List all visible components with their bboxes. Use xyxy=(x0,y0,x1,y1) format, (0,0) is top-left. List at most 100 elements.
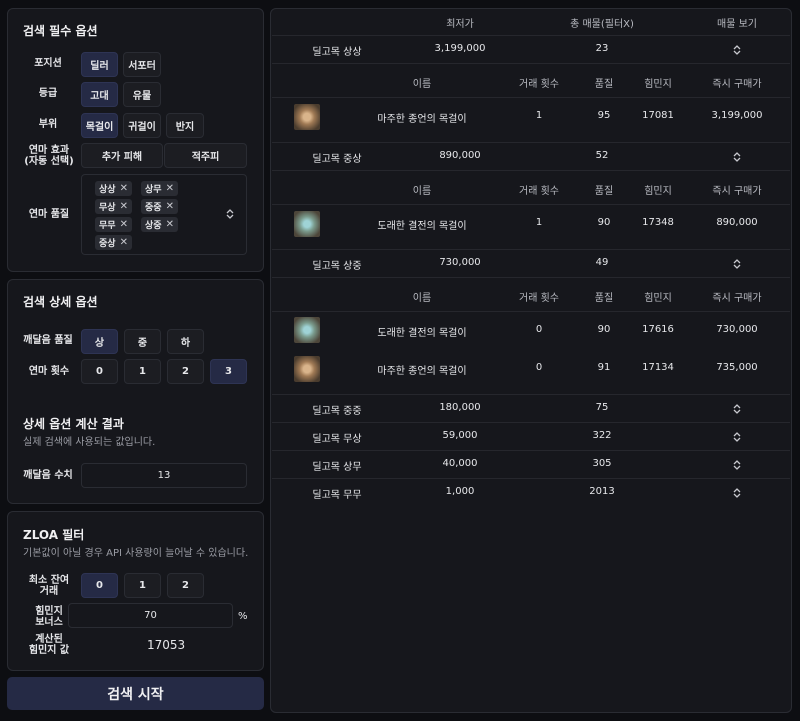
min-trade-0-button[interactable]: 0 xyxy=(81,573,118,598)
quality-chip[interactable]: 상무 ✕ xyxy=(141,181,178,196)
remove-icon[interactable]: ✕ xyxy=(120,183,128,194)
part-label: 부위 xyxy=(38,119,58,130)
position-dealer-button[interactable]: 딜러 xyxy=(81,52,118,77)
group-row[interactable]: 딜고목 무상 59,000 322 xyxy=(272,423,790,451)
group-row[interactable]: 딜고목 중상 890,000 52 xyxy=(272,143,790,171)
item-name: 마주한 종언의 목걸이 xyxy=(377,366,467,377)
part-necklace-button[interactable]: 목걸이 xyxy=(81,113,118,138)
enlight-quality-mid-button[interactable]: 중 xyxy=(124,329,161,354)
polish-count-1-button[interactable]: 1 xyxy=(124,359,161,384)
col-trades: 거래 횟수 xyxy=(519,186,559,197)
quality-chip[interactable]: 무무 ✕ xyxy=(95,217,132,232)
quality-chip-label: 중중 xyxy=(145,203,162,213)
col-buy-price: 즉시 구매가 xyxy=(712,186,762,197)
chevron-up-down-icon[interactable] xyxy=(732,460,742,470)
group-price: 3,199,000 xyxy=(434,43,486,54)
group-name: 딜고목 상중 xyxy=(312,261,362,272)
remove-icon[interactable]: ✕ xyxy=(166,201,174,212)
item-trades: 0 xyxy=(535,362,543,373)
item-quality: 90 xyxy=(597,324,611,335)
part-earring-button[interactable]: 귀걸이 xyxy=(123,113,161,138)
chevron-up-down-icon[interactable] xyxy=(732,152,742,162)
chevron-up-down-icon[interactable] xyxy=(732,404,742,414)
col-buy-price: 즉시 구매가 xyxy=(712,79,762,90)
col-quality: 품질 xyxy=(594,186,614,197)
group-count: 2013 xyxy=(589,486,615,497)
polish-count-2-button[interactable]: 2 xyxy=(167,359,204,384)
chevron-up-down-icon[interactable] xyxy=(732,432,742,442)
group-price: 40,000 xyxy=(442,458,478,469)
quality-chip[interactable]: 무상 ✕ xyxy=(95,199,132,214)
col-total-listings: 총 매물(필터X) xyxy=(570,19,634,30)
col-name: 이름 xyxy=(412,186,432,197)
col-view-listings: 매물 보기 xyxy=(717,19,757,30)
item-name: 도래한 결전의 목걸이 xyxy=(377,221,467,232)
quality-chip-label: 상중 xyxy=(145,221,162,231)
quality-chip[interactable]: 상중 ✕ xyxy=(141,217,178,232)
grade-relic-button[interactable]: 유물 xyxy=(123,82,161,107)
chevron-up-down-icon[interactable] xyxy=(732,259,742,269)
group-row[interactable]: 딜고목 상상 3,199,000 23 xyxy=(272,36,790,64)
result-subtitle: 실제 검색에 사용되는 값입니다. xyxy=(23,437,156,448)
grade-ancient-button[interactable]: 고대 xyxy=(81,82,118,107)
group-row[interactable]: 딜고목 중중 180,000 75 xyxy=(272,395,790,423)
zloa-filter-title: ZLOA 필터 xyxy=(23,528,85,542)
enlight-quality-high-button[interactable]: 상 xyxy=(81,329,118,354)
item-trades: 1 xyxy=(535,217,543,228)
item-name: 도래한 결전의 목걸이 xyxy=(377,328,467,339)
part-ring-button[interactable]: 반지 xyxy=(166,113,204,138)
item-row[interactable]: 도래한 결전의 목걸이 0 90 17616 730,000 xyxy=(272,312,790,350)
required-options-title: 검색 필수 옵션 xyxy=(23,24,98,38)
quality-chip[interactable]: 중중 ✕ xyxy=(141,199,178,214)
position-label: 포지션 xyxy=(34,58,62,69)
group-count: 49 xyxy=(595,257,609,268)
col-name: 이름 xyxy=(412,79,432,90)
group-count: 322 xyxy=(592,430,612,441)
group-count: 305 xyxy=(592,458,612,469)
enlight-quality-label: 깨달음 품질 xyxy=(23,335,73,346)
min-trade-2-button[interactable]: 2 xyxy=(167,573,204,598)
remove-icon[interactable]: ✕ xyxy=(166,219,174,230)
group-count: 23 xyxy=(595,43,609,54)
remove-icon[interactable]: ✕ xyxy=(120,219,128,230)
detail-options-title: 검색 상세 옵션 xyxy=(23,295,98,309)
item-stat: 17616 xyxy=(642,324,674,335)
chevron-up-down-icon[interactable] xyxy=(732,45,742,55)
group-row[interactable]: 딜고목 상무 40,000 305 xyxy=(272,451,790,479)
quality-chip[interactable]: 상상 ✕ xyxy=(95,181,132,196)
effect-additional-damage-button[interactable]: 추가 피해 xyxy=(81,143,163,168)
col-stat: 힘민지 xyxy=(644,79,672,90)
chevron-up-down-icon[interactable] xyxy=(225,209,235,219)
position-support-button[interactable]: 서포터 xyxy=(123,52,161,77)
result-title: 상세 옵션 계산 결과 xyxy=(23,417,124,431)
remove-icon[interactable]: ✕ xyxy=(166,183,174,194)
polish-count-0-button[interactable]: 0 xyxy=(81,359,118,384)
effect-crit-damage-button[interactable]: 적주피 xyxy=(164,143,247,168)
group-row[interactable]: 딜고목 무무 1,000 2013 xyxy=(272,479,790,507)
item-row[interactable]: 마주한 종언의 목걸이 0 91 17134 735,000 xyxy=(272,350,790,395)
necklace-item-icon xyxy=(294,211,320,237)
quality-chip-label: 상상 xyxy=(99,185,116,195)
min-trade-1-button[interactable]: 1 xyxy=(124,573,161,598)
item-buy-price: 735,000 xyxy=(716,362,758,373)
polish-count-3-button[interactable]: 3 xyxy=(210,359,247,384)
quality-chip[interactable]: 중상 ✕ xyxy=(95,235,132,250)
item-stat: 17348 xyxy=(642,217,674,228)
percent-symbol: % xyxy=(238,611,248,622)
zloa-filter-subtitle: 기본값이 아닐 경우 API 사용량이 늘어날 수 있습니다. xyxy=(23,548,249,559)
group-row[interactable]: 딜고목 상중 730,000 49 xyxy=(272,250,790,278)
item-quality: 91 xyxy=(597,362,611,373)
remove-icon[interactable]: ✕ xyxy=(120,201,128,212)
chevron-up-down-icon[interactable] xyxy=(732,488,742,498)
search-start-button[interactable]: 검색 시작 xyxy=(7,677,264,710)
item-trades: 0 xyxy=(535,324,543,335)
remove-icon[interactable]: ✕ xyxy=(120,237,128,248)
col-quality: 품질 xyxy=(594,293,614,304)
group-price: 1,000 xyxy=(445,486,475,497)
agility-bonus-input[interactable]: 70 xyxy=(68,603,233,628)
item-buy-price: 3,199,000 xyxy=(711,110,763,121)
necklace-item-icon xyxy=(294,317,320,343)
item-row[interactable]: 마주한 종언의 목걸이 1 95 17081 3,199,000 xyxy=(272,98,790,143)
enlight-quality-low-button[interactable]: 하 xyxy=(167,329,204,354)
item-row[interactable]: 도래한 결전의 목걸이 1 90 17348 890,000 xyxy=(272,205,790,250)
